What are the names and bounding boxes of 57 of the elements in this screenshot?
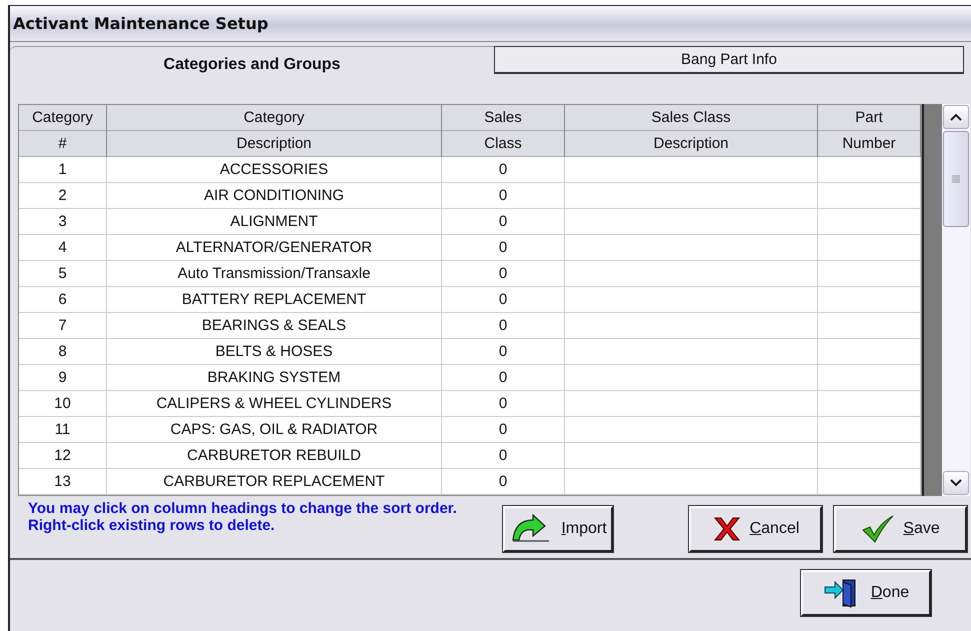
table-cell: 1	[19, 157, 107, 183]
save-button[interactable]: Save	[834, 506, 967, 552]
table-cell: 7	[19, 313, 107, 339]
table-cell: 12	[19, 443, 107, 469]
table-cell: 0	[442, 417, 565, 443]
table-cell: 10	[19, 391, 107, 417]
table-cell: 0	[442, 469, 565, 495]
table-cell: ALIGNMENT	[107, 209, 442, 235]
table-cell: 2	[19, 183, 107, 209]
column-header[interactable]: Sales Class Description	[565, 105, 818, 157]
table-cell: ACCESSORIES	[107, 157, 442, 183]
table-cell: 0	[442, 339, 565, 365]
table-cell: 3	[19, 209, 107, 235]
table-cell: 0	[442, 183, 565, 209]
scroll-thumb[interactable]	[943, 131, 969, 227]
table-cell: ALTERNATOR/GENERATOR	[107, 235, 442, 261]
table-cell: 8	[19, 339, 107, 365]
table-cell: 5	[19, 261, 107, 287]
column-header[interactable]: Category Description	[107, 105, 442, 157]
done-button[interactable]: Done	[801, 570, 931, 616]
table-cell: 0	[442, 391, 565, 417]
table-cell: 0	[442, 365, 565, 391]
table-cell: CARBURETOR REPLACEMENT	[107, 469, 442, 495]
vertical-scrollbar[interactable]	[942, 104, 970, 496]
table-cell: Auto Transmission/Transaxle	[107, 261, 442, 287]
table-cell: 0	[442, 443, 565, 469]
table-cell: 9	[19, 365, 107, 391]
table-cell: 0	[442, 209, 565, 235]
column-header[interactable]: Sales Class	[442, 105, 565, 157]
x-icon	[712, 515, 742, 543]
table-cell: CARBURETOR REBUILD	[107, 443, 442, 469]
scroll-down-icon[interactable]	[943, 471, 969, 495]
table-cell: 6	[19, 287, 107, 313]
table-cell: 4	[19, 235, 107, 261]
table-cell: CALIPERS & WHEEL CYLINDERS	[107, 391, 442, 417]
tab[interactable]: Bang Part Info	[494, 46, 964, 74]
window-title: Activant Maintenance Setup	[13, 14, 268, 33]
table-cell: 0	[442, 287, 565, 313]
table-cell: AIR CONDITIONING	[107, 183, 442, 209]
checkmark-icon	[861, 514, 896, 544]
table-cell: 0	[442, 313, 565, 339]
table-cell: 0	[442, 261, 565, 287]
scroll-up-icon[interactable]	[943, 105, 969, 129]
table-cell: 0	[442, 157, 565, 183]
column-header[interactable]: Category #	[19, 105, 107, 157]
column-header[interactable]: Part Number	[818, 105, 921, 157]
table-cell: BATTERY REPLACEMENT	[107, 287, 442, 313]
hint-text: You may click on column headings to change the sort order. Right-click existing rows to delete.	[28, 500, 458, 534]
cancel-button[interactable]: Cancel	[689, 506, 822, 552]
table-cell: 11	[19, 417, 107, 443]
table-cell: BELTS & HOSES	[107, 339, 442, 365]
table-cell: 0	[442, 235, 565, 261]
table-cell: BRAKING SYSTEM	[107, 365, 442, 391]
table-cell: CAPS: GAS, OIL & RADIATOR	[107, 417, 442, 443]
table-cell: 13	[19, 469, 107, 495]
table-cell: BEARINGS & SEALS	[107, 313, 442, 339]
import-button[interactable]: Import	[503, 506, 613, 552]
